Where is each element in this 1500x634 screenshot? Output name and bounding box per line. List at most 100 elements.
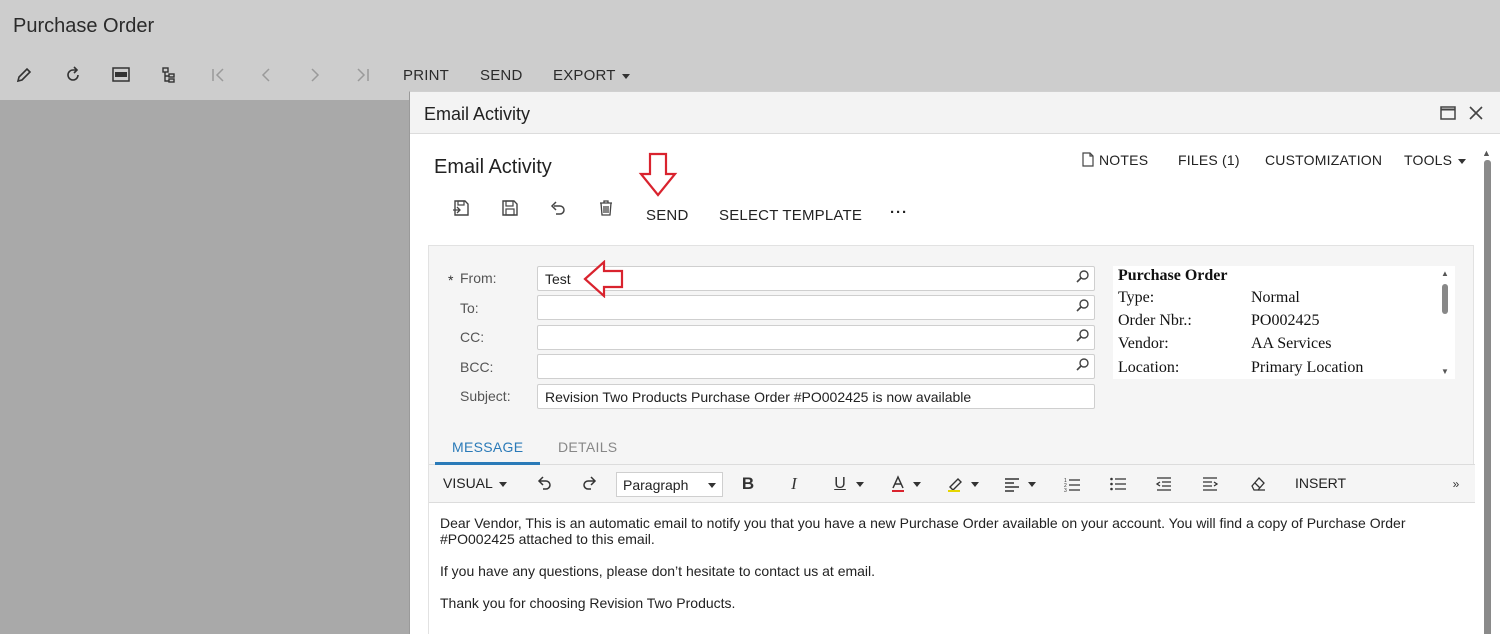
message-paragraph: Thank you for choosing Revision Two Prod… — [440, 595, 736, 611]
chevron-down-icon[interactable] — [856, 482, 864, 487]
last-record-icon[interactable] — [352, 64, 374, 86]
to-label: To: — [460, 300, 479, 316]
paragraph-format-select[interactable]: Paragraph — [616, 472, 723, 497]
more-actions-button[interactable]: ··· — [890, 204, 908, 221]
preview-scrollbar[interactable]: ▲ ▼ — [1438, 266, 1452, 379]
bcc-label: BCC: — [460, 359, 494, 375]
cc-label: CC: — [460, 329, 485, 345]
tools-menu[interactable]: TOOLS — [1404, 152, 1467, 168]
to-field[interactable] — [537, 295, 1095, 320]
send-button-background[interactable]: SEND — [480, 67, 522, 84]
chevron-down-icon[interactable] — [913, 482, 921, 487]
preview-value: Primary Location — [1251, 359, 1364, 376]
scroll-down-icon[interactable]: ▼ — [1441, 367, 1449, 376]
bcc-field[interactable] — [537, 354, 1095, 379]
email-activity-dialog: Email Activity ▲ Email Activity NOTES FI… — [409, 91, 1500, 634]
close-icon[interactable] — [1464, 101, 1488, 125]
cc-field[interactable] — [537, 325, 1095, 350]
notes-link[interactable]: NOTES — [1082, 152, 1148, 168]
scroll-up-icon[interactable]: ▲ — [1441, 269, 1449, 278]
files-link[interactable]: FILES (1) — [1178, 152, 1240, 168]
previous-record-icon[interactable] — [255, 64, 277, 86]
chevron-down-icon[interactable] — [971, 482, 979, 487]
notes-label: NOTES — [1099, 152, 1149, 168]
pdf-icon[interactable] — [110, 64, 132, 86]
save-icon[interactable] — [499, 197, 521, 219]
visual-label: VISUAL — [443, 475, 493, 491]
italic-icon[interactable]: I — [783, 473, 805, 495]
chevron-down-icon — [1458, 158, 1467, 164]
arrow-down-annotation-icon — [638, 152, 678, 197]
send-button[interactable]: SEND — [646, 207, 688, 224]
edit-icon[interactable] — [13, 64, 35, 86]
subject-field[interactable]: Revision Two Products Purchase Order #PO… — [537, 384, 1095, 409]
screen-title: Email Activity — [434, 156, 552, 178]
page-title: Purchase Order — [13, 15, 155, 37]
arrow-left-annotation-icon — [583, 260, 624, 298]
numbered-list-icon[interactable]: 123 — [1061, 473, 1083, 495]
refresh-icon[interactable] — [62, 64, 84, 86]
collapse-toolbar-icon[interactable]: » — [1445, 473, 1467, 495]
bullet-list-icon[interactable] — [1107, 473, 1129, 495]
outdent-icon[interactable] — [1153, 473, 1175, 495]
align-icon[interactable] — [1001, 473, 1023, 495]
chevron-down-icon — [498, 481, 507, 487]
paragraph-value: Paragraph — [623, 477, 689, 493]
message-body[interactable]: Dear Vendor, This is an automatic email … — [429, 503, 1475, 634]
delete-icon[interactable] — [595, 197, 617, 219]
background-toolbar: PRINT SEND EXPORT — [0, 60, 700, 90]
subject-label: Subject: — [460, 388, 511, 404]
preview-key: Location: — [1118, 359, 1180, 376]
underline-icon[interactable]: U — [829, 473, 851, 495]
editor-toolbar: VISUAL Paragraph B I U 1 2 3 INSERT » — [429, 465, 1475, 503]
background-content — [0, 100, 410, 634]
search-icon[interactable] — [1076, 298, 1090, 315]
print-button[interactable]: PRINT — [403, 67, 449, 84]
highlight-color-icon[interactable] — [944, 473, 966, 495]
preview-value: Normal — [1251, 289, 1300, 306]
tab-message[interactable]: MESSAGE — [452, 439, 523, 455]
next-record-icon[interactable] — [304, 64, 326, 86]
undo-icon[interactable] — [533, 473, 555, 495]
hierarchy-icon[interactable] — [158, 64, 180, 86]
redo-icon[interactable] — [579, 473, 601, 495]
export-label: EXPORT — [553, 67, 616, 84]
dialog-titlebar: Email Activity — [410, 92, 1500, 134]
bold-icon[interactable]: B — [737, 473, 759, 495]
scroll-thumb[interactable] — [1442, 284, 1448, 314]
search-icon[interactable] — [1076, 328, 1090, 345]
visual-mode-dropdown[interactable]: VISUAL — [443, 475, 507, 491]
search-icon[interactable] — [1076, 357, 1090, 374]
required-asterisk: * — [448, 272, 454, 288]
subject-value: Revision Two Products Purchase Order #PO… — [545, 389, 972, 405]
dialog-title: Email Activity — [424, 104, 531, 124]
preview-key: Order Nbr.: — [1118, 312, 1192, 329]
search-icon[interactable] — [1076, 269, 1090, 286]
clear-formatting-icon[interactable] — [1247, 473, 1269, 495]
customization-link[interactable]: CUSTOMIZATION — [1265, 152, 1382, 168]
tools-label: TOOLS — [1404, 152, 1453, 168]
preview-value: PO002425 — [1251, 312, 1320, 329]
tab-details[interactable]: DETAILS — [558, 439, 617, 455]
insert-menu[interactable]: INSERT — [1295, 475, 1346, 491]
document-icon — [1082, 152, 1094, 167]
save-close-icon[interactable] — [450, 197, 472, 219]
indent-icon[interactable] — [1199, 473, 1221, 495]
dialog-content: Email Activity NOTES FILES (1) CUSTOMIZA… — [420, 134, 1484, 634]
preview-key: Vendor: — [1118, 335, 1169, 352]
export-button[interactable]: EXPORT — [553, 67, 630, 84]
email-form: * From: Test To: CC: BCC: Subject: Revis… — [428, 245, 1475, 634]
scroll-thumb[interactable] — [1484, 160, 1491, 634]
chevron-down-icon[interactable] — [1028, 482, 1036, 487]
font-color-icon[interactable] — [887, 473, 909, 495]
tab-bar: MESSAGE DETAILS — [429, 431, 1475, 465]
first-record-icon[interactable] — [207, 64, 229, 86]
maximize-icon[interactable] — [1436, 101, 1460, 125]
undo-icon[interactable] — [547, 197, 569, 219]
preview-title: Purchase Order — [1118, 267, 1228, 284]
chevron-down-icon — [708, 483, 716, 488]
document-preview: Purchase Order Type: Normal Order Nbr.: … — [1113, 266, 1455, 379]
preview-value: AA Services — [1251, 335, 1332, 352]
message-paragraph: Dear Vendor, This is an automatic email … — [440, 515, 1406, 547]
select-template-button[interactable]: SELECT TEMPLATE — [719, 207, 862, 224]
